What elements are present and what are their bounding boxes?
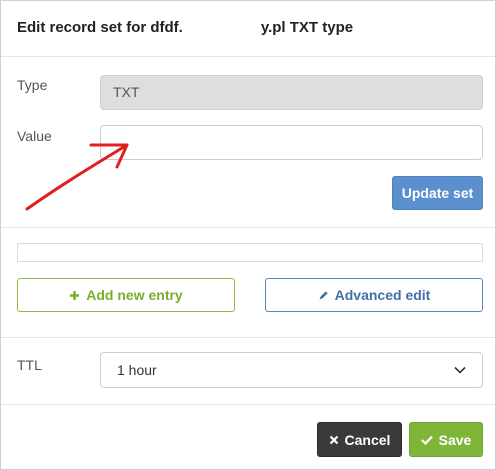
chevron-down-icon <box>454 366 466 374</box>
type-label: Type <box>17 77 48 93</box>
close-icon <box>329 435 339 445</box>
divider <box>1 337 495 338</box>
type-field: TXT <box>100 75 483 110</box>
footer-divider <box>1 404 495 405</box>
plus-icon <box>69 290 80 301</box>
ttl-label: TTL <box>17 357 42 373</box>
check-icon <box>420 435 433 445</box>
cancel-button[interactable]: Cancel <box>317 422 402 457</box>
entries-list <box>17 243 483 262</box>
dialog-header: Edit record set for dfdf. y.pl TXT type <box>1 1 495 57</box>
redacted-region <box>182 21 261 36</box>
advanced-edit-button[interactable]: Advanced edit <box>265 278 483 312</box>
update-set-button[interactable]: Update set <box>392 176 483 210</box>
update-set-label: Update set <box>401 185 474 201</box>
dialog-title-suffix: y.pl TXT type <box>260 19 354 36</box>
ttl-selected-value: 1 hour <box>117 362 157 378</box>
value-input[interactable] <box>100 125 483 160</box>
advanced-edit-label: Advanced edit <box>334 287 431 303</box>
edit-record-dialog: Edit record set for dfdf. y.pl TXT type T… <box>0 0 496 470</box>
divider <box>1 227 495 228</box>
save-button[interactable]: Save <box>409 422 483 457</box>
cancel-label: Cancel <box>344 431 391 448</box>
ttl-select[interactable]: 1 hour <box>100 352 483 388</box>
save-label: Save <box>438 431 472 448</box>
add-new-entry-button[interactable]: Add new entry <box>17 278 235 312</box>
pencil-icon <box>318 290 329 301</box>
value-label: Value <box>17 128 52 144</box>
add-new-entry-label: Add new entry <box>86 287 183 303</box>
dialog-title-prefix: Edit record set for dfdf. <box>17 19 183 36</box>
